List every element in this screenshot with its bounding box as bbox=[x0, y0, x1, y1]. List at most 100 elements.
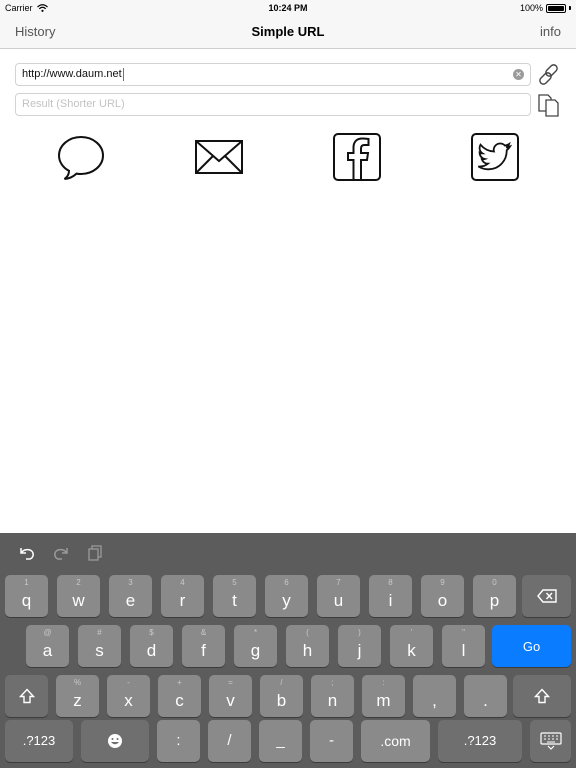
key-hint: = bbox=[228, 678, 233, 687]
url-input[interactable]: http://www.daum.net ✕ bbox=[15, 63, 531, 86]
undo-icon[interactable] bbox=[17, 544, 37, 562]
dash-key[interactable]: - bbox=[310, 720, 353, 762]
key-hint: 0 bbox=[492, 578, 497, 587]
key-hint: 6 bbox=[284, 578, 289, 587]
key-label: d bbox=[146, 641, 157, 660]
text-caret bbox=[122, 67, 124, 81]
key-j[interactable]: ) j bbox=[338, 625, 381, 667]
hide-keyboard-key[interactable] bbox=[530, 720, 571, 762]
key-hint: : bbox=[382, 678, 385, 687]
key-label: e bbox=[125, 591, 136, 610]
go-label: Go bbox=[522, 639, 541, 654]
paste-icon[interactable] bbox=[86, 544, 106, 562]
key-m[interactable]: :m bbox=[362, 675, 405, 717]
facebook-icon[interactable] bbox=[331, 131, 383, 183]
key-label: a bbox=[42, 641, 53, 660]
key-label: c bbox=[175, 691, 184, 710]
info-button[interactable]: info bbox=[540, 24, 561, 39]
key-hint: ) bbox=[358, 628, 361, 637]
key-hint: * bbox=[253, 628, 258, 637]
key-hint: 2 bbox=[76, 578, 81, 587]
key-h[interactable]: (h bbox=[286, 625, 329, 667]
key-a[interactable]: @ a bbox=[26, 625, 69, 667]
dash-label: - bbox=[329, 732, 334, 749]
key-label: p bbox=[489, 591, 500, 610]
key-l[interactable]: " l bbox=[442, 625, 485, 667]
hide-keyboard-icon bbox=[539, 732, 562, 750]
key-e[interactable]: 3e bbox=[109, 575, 152, 617]
key-r[interactable]: 4r bbox=[161, 575, 204, 617]
key-hint: - bbox=[127, 678, 130, 687]
key-hint: + bbox=[177, 678, 182, 687]
colon-key[interactable]: : bbox=[157, 720, 200, 762]
key-x[interactable]: -x bbox=[107, 675, 150, 717]
result-input[interactable]: Result (Shorter URL) bbox=[15, 93, 531, 116]
underscore-label: _ bbox=[276, 732, 285, 749]
shift-key-right[interactable] bbox=[513, 675, 571, 717]
copy-icon[interactable] bbox=[535, 92, 563, 118]
dotcom-key[interactable]: .com bbox=[361, 720, 430, 762]
key-period[interactable]: . bbox=[464, 675, 507, 717]
slash-key[interactable]: / bbox=[208, 720, 251, 762]
backspace-icon bbox=[536, 589, 557, 603]
numbers-key-right[interactable]: .?123 bbox=[438, 720, 522, 762]
redo-icon[interactable] bbox=[51, 544, 71, 562]
key-label: h bbox=[302, 641, 313, 660]
key-s[interactable]: # s bbox=[78, 625, 121, 667]
key-d[interactable]: $ d bbox=[130, 625, 173, 667]
url-input-value: http://www.daum.net bbox=[22, 68, 122, 80]
key-hint: 5 bbox=[232, 578, 237, 587]
key-hint: ' bbox=[410, 628, 413, 637]
key-hint: $ bbox=[149, 628, 154, 637]
key-v[interactable]: = v bbox=[209, 675, 252, 717]
key-label: s bbox=[95, 641, 104, 660]
link-icon[interactable] bbox=[535, 62, 563, 88]
key-comma[interactable]: , bbox=[413, 675, 456, 717]
key-label: , bbox=[432, 691, 437, 710]
key-label: . bbox=[483, 691, 488, 710]
key-hint: % bbox=[73, 678, 82, 687]
key-p[interactable]: 0p bbox=[473, 575, 516, 617]
key-hint: @ bbox=[43, 628, 52, 637]
key-label: z bbox=[73, 691, 82, 710]
key-c[interactable]: + c bbox=[158, 675, 201, 717]
history-button[interactable]: History bbox=[15, 24, 55, 39]
message-icon[interactable] bbox=[55, 131, 107, 183]
emoji-key[interactable] bbox=[81, 720, 149, 762]
shift-key-left[interactable] bbox=[5, 675, 48, 717]
twitter-icon[interactable] bbox=[469, 131, 521, 183]
key-hint: & bbox=[200, 628, 207, 637]
key-g[interactable]: * g bbox=[234, 625, 277, 667]
key-label: v bbox=[226, 691, 235, 710]
key-b[interactable]: / b bbox=[260, 675, 303, 717]
key-u[interactable]: 7u bbox=[317, 575, 360, 617]
key-hint: 3 bbox=[128, 578, 133, 587]
key-hint: ( bbox=[306, 628, 309, 637]
key-hint: " bbox=[462, 628, 465, 637]
backspace-key[interactable] bbox=[522, 575, 571, 617]
numbers-key-left[interactable]: .?123 bbox=[5, 720, 73, 762]
go-key[interactable]: Go bbox=[492, 625, 571, 667]
key-w[interactable]: 2w bbox=[57, 575, 100, 617]
key-q[interactable]: 1q bbox=[5, 575, 48, 617]
key-z[interactable]: % z bbox=[56, 675, 99, 717]
underscore-key[interactable]: _ bbox=[259, 720, 302, 762]
key-f[interactable]: & f bbox=[182, 625, 225, 667]
screen: Carrier 10:24 PM 100% History Simple URL… bbox=[0, 0, 576, 768]
mail-icon[interactable] bbox=[193, 131, 245, 183]
key-k[interactable]: ' k bbox=[390, 625, 433, 667]
key-n[interactable]: ; n bbox=[311, 675, 354, 717]
key-hint: 1 bbox=[24, 578, 29, 587]
battery-percent: 100% bbox=[519, 3, 543, 13]
key-i[interactable]: 8i bbox=[369, 575, 412, 617]
shift-icon bbox=[534, 688, 550, 704]
key-t[interactable]: 5t bbox=[213, 575, 256, 617]
key-hint: 4 bbox=[180, 578, 185, 587]
key-y[interactable]: 6y bbox=[265, 575, 308, 617]
key-o[interactable]: 9o bbox=[421, 575, 464, 617]
clear-icon[interactable]: ✕ bbox=[513, 69, 524, 80]
key-label: w bbox=[72, 591, 85, 610]
key-label: j bbox=[357, 641, 362, 660]
keyboard-toolbar bbox=[0, 533, 576, 573]
key-label: l bbox=[461, 641, 466, 660]
